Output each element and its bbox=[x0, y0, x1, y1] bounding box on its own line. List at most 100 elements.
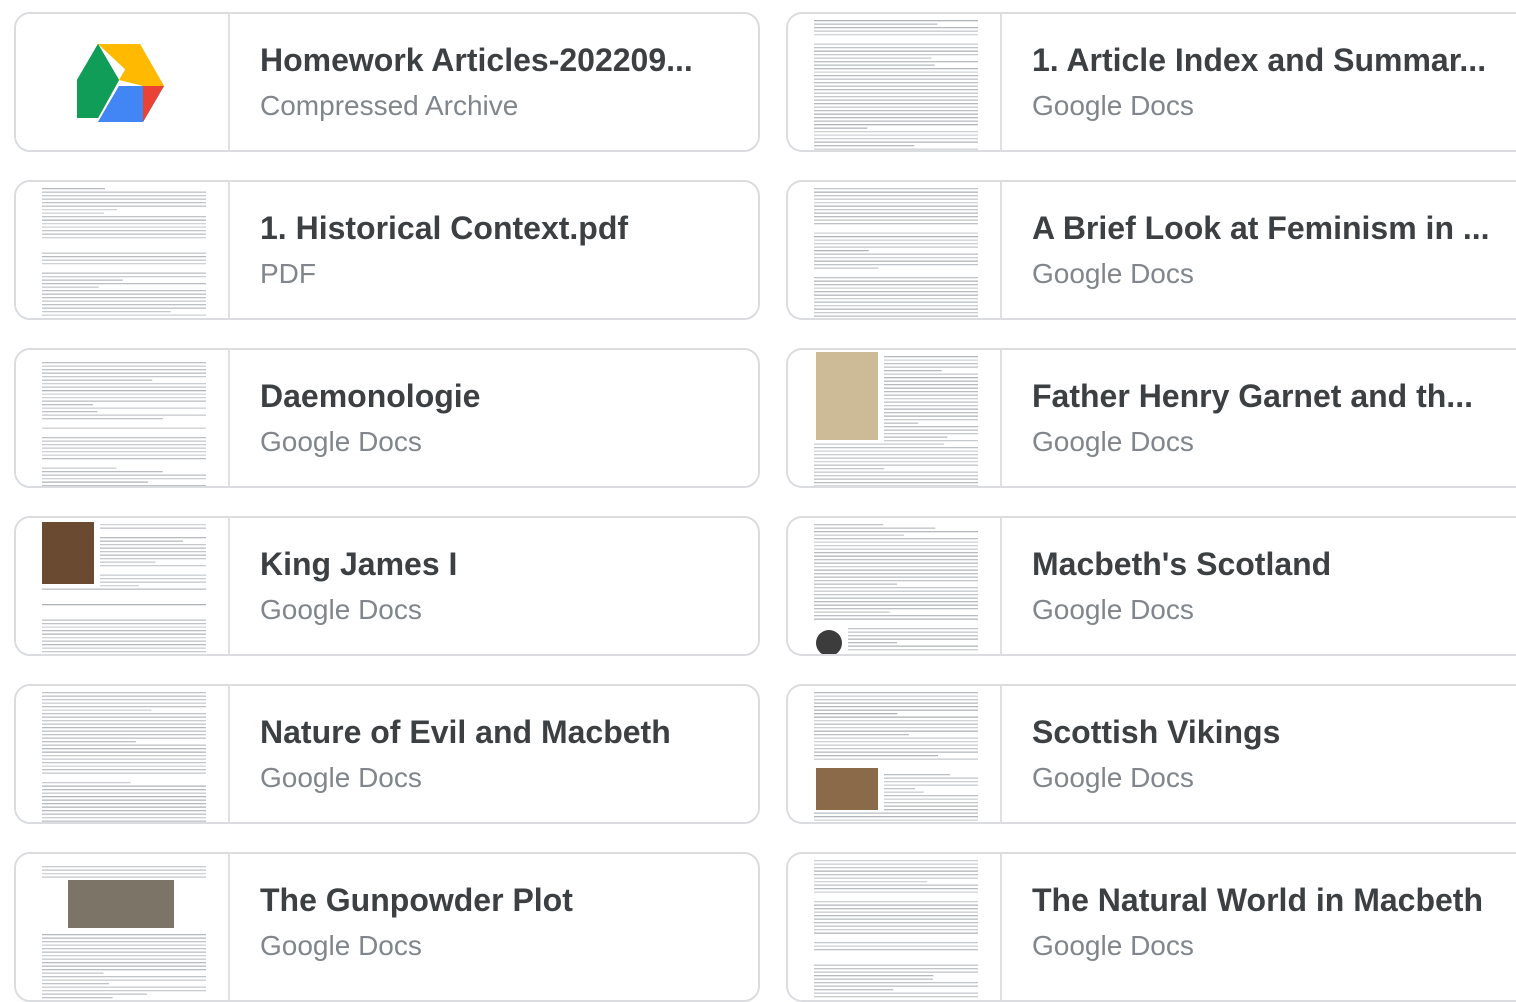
text-line bbox=[814, 716, 978, 718]
text-line bbox=[42, 769, 206, 771]
text-line bbox=[42, 734, 206, 736]
text-line bbox=[814, 755, 938, 757]
text-line bbox=[848, 649, 978, 651]
text-line bbox=[42, 440, 206, 442]
text-line bbox=[814, 608, 978, 610]
text-line bbox=[42, 297, 206, 299]
text-line bbox=[884, 774, 950, 776]
text-line bbox=[814, 236, 978, 238]
text-line bbox=[814, 580, 978, 582]
text-line bbox=[42, 644, 206, 646]
text-line bbox=[42, 934, 206, 936]
text-line bbox=[42, 454, 206, 456]
text-line bbox=[42, 226, 206, 228]
text-line bbox=[814, 250, 869, 252]
text-line bbox=[42, 379, 153, 381]
text-line bbox=[814, 904, 978, 906]
text-line bbox=[42, 604, 206, 606]
text-line bbox=[42, 283, 206, 285]
text-line bbox=[884, 398, 978, 400]
text-line bbox=[42, 314, 206, 316]
document-preview bbox=[788, 854, 1002, 1000]
file-card[interactable]: The Natural World in Macbeth Google Docs bbox=[786, 852, 1516, 1002]
document-preview bbox=[16, 350, 230, 486]
text-line bbox=[884, 412, 978, 414]
text-line bbox=[884, 401, 978, 403]
text-line bbox=[814, 198, 978, 200]
text-line bbox=[814, 548, 978, 550]
text-line bbox=[814, 545, 978, 547]
file-type: PDF bbox=[260, 258, 316, 289]
document-text-lines bbox=[42, 362, 206, 486]
text-line bbox=[814, 741, 978, 743]
file-card[interactable]: 1. Article Index and Summar... Google Do… bbox=[786, 12, 1516, 152]
text-line bbox=[814, 64, 935, 66]
text-line bbox=[814, 34, 978, 36]
file-card[interactable]: The Gunpowder Plot Google Docs bbox=[14, 852, 760, 1002]
text-line bbox=[42, 817, 206, 819]
text-line bbox=[42, 390, 206, 392]
file-card[interactable]: Father Henry Garnet and th... Google Doc… bbox=[786, 348, 1516, 488]
file-card[interactable]: A Brief Look at Feminism in ... Google D… bbox=[786, 180, 1516, 320]
file-card[interactable]: Nature of Evil and Macbeth Google Docs bbox=[14, 684, 760, 824]
file-thumbnail bbox=[16, 14, 230, 150]
text-line bbox=[42, 720, 206, 722]
text-line bbox=[884, 791, 924, 793]
text-line bbox=[100, 585, 139, 587]
text-line bbox=[42, 702, 206, 704]
text-line bbox=[42, 230, 206, 232]
text-line bbox=[42, 751, 206, 753]
text-line bbox=[42, 948, 206, 950]
text-line bbox=[814, 68, 978, 70]
text-line bbox=[814, 812, 978, 814]
thumbnail-image bbox=[68, 880, 174, 928]
text-line bbox=[884, 408, 978, 410]
text-line bbox=[814, 992, 978, 994]
text-line bbox=[884, 802, 978, 804]
text-line bbox=[814, 475, 978, 477]
text-line bbox=[42, 372, 206, 374]
text-line bbox=[884, 436, 948, 438]
text-line bbox=[100, 551, 206, 553]
file-type: Google Docs bbox=[1032, 594, 1194, 625]
text-line bbox=[884, 798, 978, 800]
text-line bbox=[814, 751, 978, 753]
text-line bbox=[42, 990, 206, 992]
text-line bbox=[814, 702, 978, 704]
text-line bbox=[814, 223, 978, 225]
text-line bbox=[42, 191, 206, 193]
text-line bbox=[814, 43, 978, 45]
text-line bbox=[42, 969, 206, 971]
text-line bbox=[814, 720, 978, 722]
text-line bbox=[42, 762, 206, 764]
text-line bbox=[42, 369, 206, 371]
text-line bbox=[42, 362, 206, 364]
text-line bbox=[42, 730, 206, 732]
file-card[interactable]: Macbeth's Scotland Google Docs bbox=[786, 516, 1516, 656]
text-line bbox=[884, 781, 978, 783]
text-line bbox=[814, 485, 978, 486]
text-line bbox=[814, 692, 978, 694]
document-text-lines bbox=[42, 866, 206, 999]
file-card[interactable]: 1. Historical Context.pdf PDF bbox=[14, 180, 760, 320]
text-line bbox=[42, 619, 206, 621]
text-line bbox=[42, 397, 206, 399]
text-line bbox=[814, 566, 978, 568]
file-card[interactable]: King James I Google Docs bbox=[14, 516, 760, 656]
file-card[interactable]: Homework Articles-202209... Compressed A… bbox=[14, 12, 760, 152]
text-line bbox=[42, 451, 206, 453]
text-line bbox=[42, 458, 206, 460]
file-card[interactable]: Daemonologie Google Docs bbox=[14, 348, 760, 488]
text-line bbox=[884, 784, 978, 786]
text-line bbox=[884, 440, 978, 442]
text-line bbox=[814, 96, 978, 98]
text-line bbox=[42, 195, 206, 197]
text-line bbox=[42, 474, 206, 476]
file-card[interactable]: Scottish Vikings Google Docs bbox=[786, 684, 1516, 824]
text-line bbox=[814, 99, 978, 101]
text-line bbox=[42, 400, 206, 402]
text-line bbox=[814, 71, 978, 73]
text-line bbox=[42, 803, 206, 805]
text-line bbox=[42, 414, 206, 416]
text-line bbox=[42, 383, 206, 385]
